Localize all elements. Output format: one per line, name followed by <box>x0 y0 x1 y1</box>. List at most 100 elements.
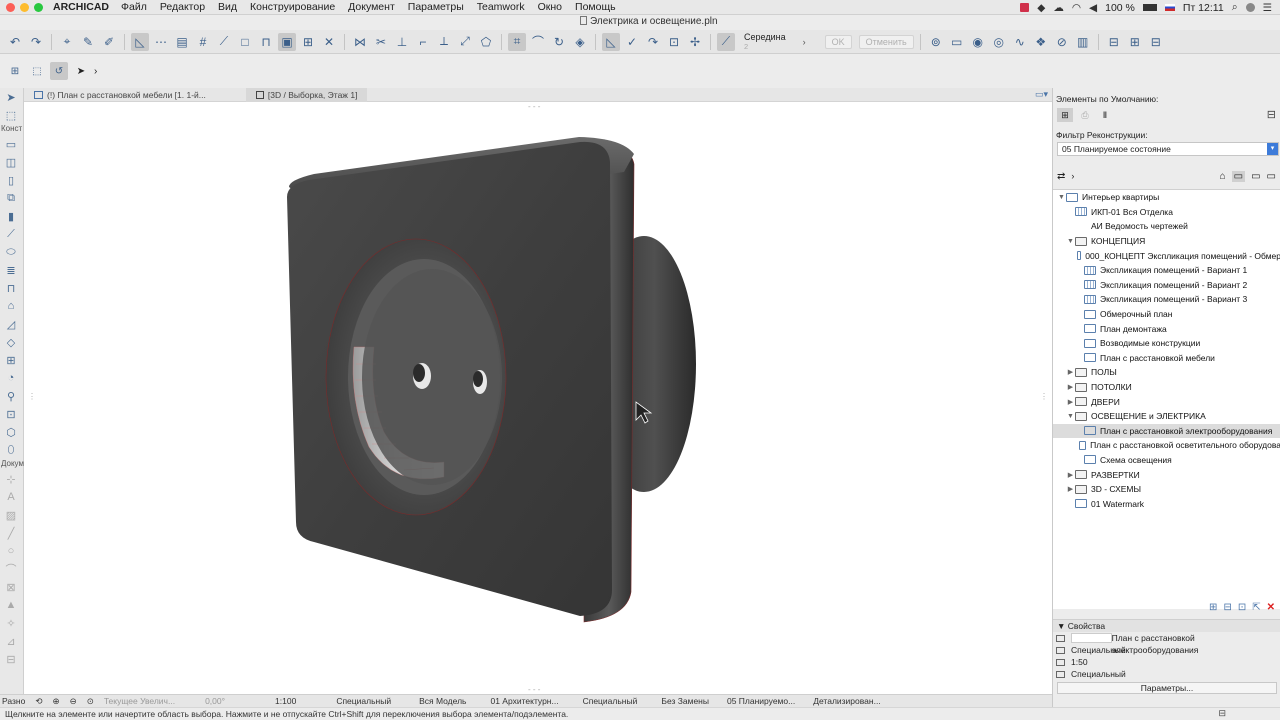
lamp-tool-icon[interactable]: ◔ <box>0 369 22 387</box>
move-view-icon[interactable]: ⇱ <box>1252 602 1260 613</box>
disclosure-closed-icon[interactable]: ▶ <box>1066 368 1075 376</box>
ok-button[interactable]: OK <box>824 34 852 49</box>
fill-tool-icon[interactable]: ▨ <box>0 506 22 524</box>
scale-field[interactable]: 1:100 <box>275 696 296 706</box>
rotate-view-icon[interactable]: ↺ <box>50 62 68 80</box>
bottom-right-panel-icon[interactable]: ⊟ <box>1218 708 1226 719</box>
line-tool-icon[interactable]: ╱ <box>0 524 22 542</box>
morph-tool-icon[interactable]: ⬡ <box>0 423 22 441</box>
tree-item[interactable]: ▶ ПОЛЫ <box>1053 365 1280 380</box>
tree-item[interactable]: 000_КОНЦЕПТ Экспликация помещений - Обме… <box>1053 248 1280 263</box>
zoom-in-icon[interactable]: ⊕ <box>52 696 59 707</box>
suspend-groups-icon[interactable]: ▣ <box>278 32 296 51</box>
layer-icon[interactable]: ▤ <box>173 33 191 51</box>
arrow-tool-icon[interactable]: ➤ <box>0 88 22 106</box>
disclosure-closed-icon[interactable]: ▶ <box>1066 398 1075 406</box>
tree-item[interactable]: План демонтажа <box>1053 321 1280 336</box>
polygon-icon[interactable]: ⬠ <box>477 33 495 51</box>
shape-tool-icon[interactable]: ⬯ <box>0 441 22 459</box>
dimension-tool-icon[interactable]: ⊹ <box>0 470 22 488</box>
guide-line-icon[interactable]: ◺ <box>131 32 149 51</box>
redo-icon[interactable]: ↷ <box>27 33 45 51</box>
adjust-icon[interactable]: ⊥ <box>393 33 411 51</box>
clone-view-icon[interactable]: ⊟ <box>1223 602 1231 613</box>
morph-icon[interactable]: ❖ <box>1032 33 1050 51</box>
wall-tool-icon[interactable]: ▭ <box>0 135 22 153</box>
door-tool-icon[interactable]: ◫ <box>0 153 22 171</box>
disclosure-closed-icon[interactable]: ▶ <box>1066 485 1075 493</box>
snap-point-icon[interactable]: ⟋ <box>717 32 735 51</box>
splitter-handle-right[interactable]: ⋮ <box>1040 392 1048 401</box>
figure-tool-icon[interactable]: ⊿ <box>0 632 22 650</box>
recon-filter-select[interactable]: 05 Планируемое состояние ▾ <box>1057 142 1279 156</box>
pick-up-icon[interactable]: ⌖ <box>58 33 76 51</box>
tree-item[interactable]: 01 Watermark <box>1053 496 1280 511</box>
zoom-field[interactable]: Текущее Увелич... <box>104 696 175 706</box>
arrow-pointer-icon[interactable]: ➤ <box>72 62 90 80</box>
properties-header[interactable]: ▼ Свойства <box>1053 620 1280 632</box>
grid-defaults-icon[interactable]: ⊞ <box>1057 108 1073 122</box>
tree-item[interactable]: План с расстановкой осветительного обору… <box>1053 438 1280 453</box>
tree-item[interactable]: ▼ Интерьер квартиры <box>1053 190 1280 205</box>
tab-3d-view[interactable]: [3D / Выборка, Этаж 1] <box>245 87 368 102</box>
search-icon[interactable]: ⌕ <box>1232 1 1238 14</box>
menu-help[interactable]: Помощь <box>575 1 616 13</box>
curtain-wall-tool-icon[interactable]: ⊞ <box>0 351 22 369</box>
grid-icon[interactable]: # <box>194 33 212 51</box>
tree-item[interactable]: Экспликация помещений - Вариант 1 <box>1053 263 1280 278</box>
rotate-icon[interactable]: ↻ <box>550 33 568 51</box>
inject-icon[interactable]: ✎ <box>79 33 97 51</box>
reno-filter-field[interactable]: 05 Планируемо... <box>727 696 795 706</box>
app-menu[interactable]: ARCHICAD <box>53 1 109 13</box>
flag-icon[interactable] <box>1164 4 1175 11</box>
project-map-icon[interactable]: ⌂ <box>1220 171 1226 182</box>
clock[interactable]: Пт 12:11 <box>1183 2 1224 14</box>
elevation-tool-icon[interactable]: ▲ <box>0 596 22 614</box>
selection-box-icon[interactable]: □ <box>236 33 254 51</box>
pen-set-field[interactable]: 01 Архитектурн... <box>490 696 558 706</box>
siri-icon[interactable] <box>1245 3 1255 12</box>
new-folder-icon[interactable]: ⊞ <box>1209 602 1217 613</box>
tree-item[interactable]: Возводимые конструкции <box>1053 336 1280 351</box>
tree-item[interactable]: План с расстановкой мебели <box>1053 351 1280 366</box>
drawing-tool-icon[interactable]: ⊟ <box>0 650 22 668</box>
tree-item[interactable]: ▶ ПОТОЛКИ <box>1053 380 1280 395</box>
arc-tool-icon[interactable]: ⌒ <box>0 560 22 578</box>
intersect-icon[interactable]: ⋈ <box>351 33 369 51</box>
disclosure-closed-icon[interactable]: ▶ <box>1066 471 1075 479</box>
navigator-icon[interactable]: ⊟ <box>1147 33 1165 51</box>
curve-icon[interactable]: ⌒ <box>529 33 547 51</box>
tree-item[interactable]: План с расстановкой электрооборудования <box>1053 423 1280 439</box>
window-tool-icon[interactable]: ▯ <box>0 171 22 189</box>
tab-navigator-icon[interactable]: ▭▾ <box>1035 89 1048 100</box>
model-view-field[interactable]: Вся Модель <box>419 696 466 706</box>
section-tool-icon[interactable]: ⊠ <box>0 578 22 596</box>
circle-tool-icon[interactable]: ○ <box>0 542 22 560</box>
special-snap-icon[interactable]: ✢ <box>686 33 704 51</box>
chevron-right-icon[interactable]: › <box>1071 171 1074 181</box>
chevron-right-icon[interactable]: › <box>94 66 97 77</box>
snap-point-selector[interactable]: Середина 2 <box>744 32 786 52</box>
panel-settings-icon[interactable]: ⊟ <box>1267 108 1276 121</box>
undo-icon[interactable]: ↶ <box>6 33 24 51</box>
organizer-icon[interactable]: ⊞ <box>1126 33 1144 51</box>
trim-icon[interactable]: ✂ <box>372 33 390 51</box>
splitter-handle-bottom[interactable]: - - - <box>528 685 540 694</box>
menu-design[interactable]: Конструирование <box>250 1 335 13</box>
tree-item[interactable]: ИКП-01 Вся Отделка <box>1053 205 1280 220</box>
menu-edit[interactable]: Редактор <box>160 1 205 13</box>
tree-item[interactable]: Экспликация помещений - Вариант 3 <box>1053 292 1280 307</box>
tree-item[interactable]: ▶ ДВЕРИ <box>1053 394 1280 409</box>
zoom-window-button[interactable] <box>34 2 43 12</box>
book-icon[interactable]: ▥ <box>1074 33 1092 51</box>
save-view-icon[interactable]: ⊡ <box>1238 602 1246 613</box>
skylight-tool-icon[interactable]: ◇ <box>0 333 22 351</box>
menu-view[interactable]: Вид <box>218 1 237 13</box>
relative-construction-icon[interactable]: ↷ <box>644 33 662 51</box>
railing-tool-icon[interactable]: ⊓ <box>0 279 22 297</box>
menu-teamwork[interactable]: Teamwork <box>477 1 525 13</box>
marquee-tool-icon[interactable]: ⬚ <box>0 106 22 124</box>
chevron-right-icon[interactable]: › <box>803 37 806 47</box>
split-icon[interactable]: ⟂ <box>435 33 453 51</box>
graph-icon[interactable]: ∿ <box>1011 33 1029 51</box>
